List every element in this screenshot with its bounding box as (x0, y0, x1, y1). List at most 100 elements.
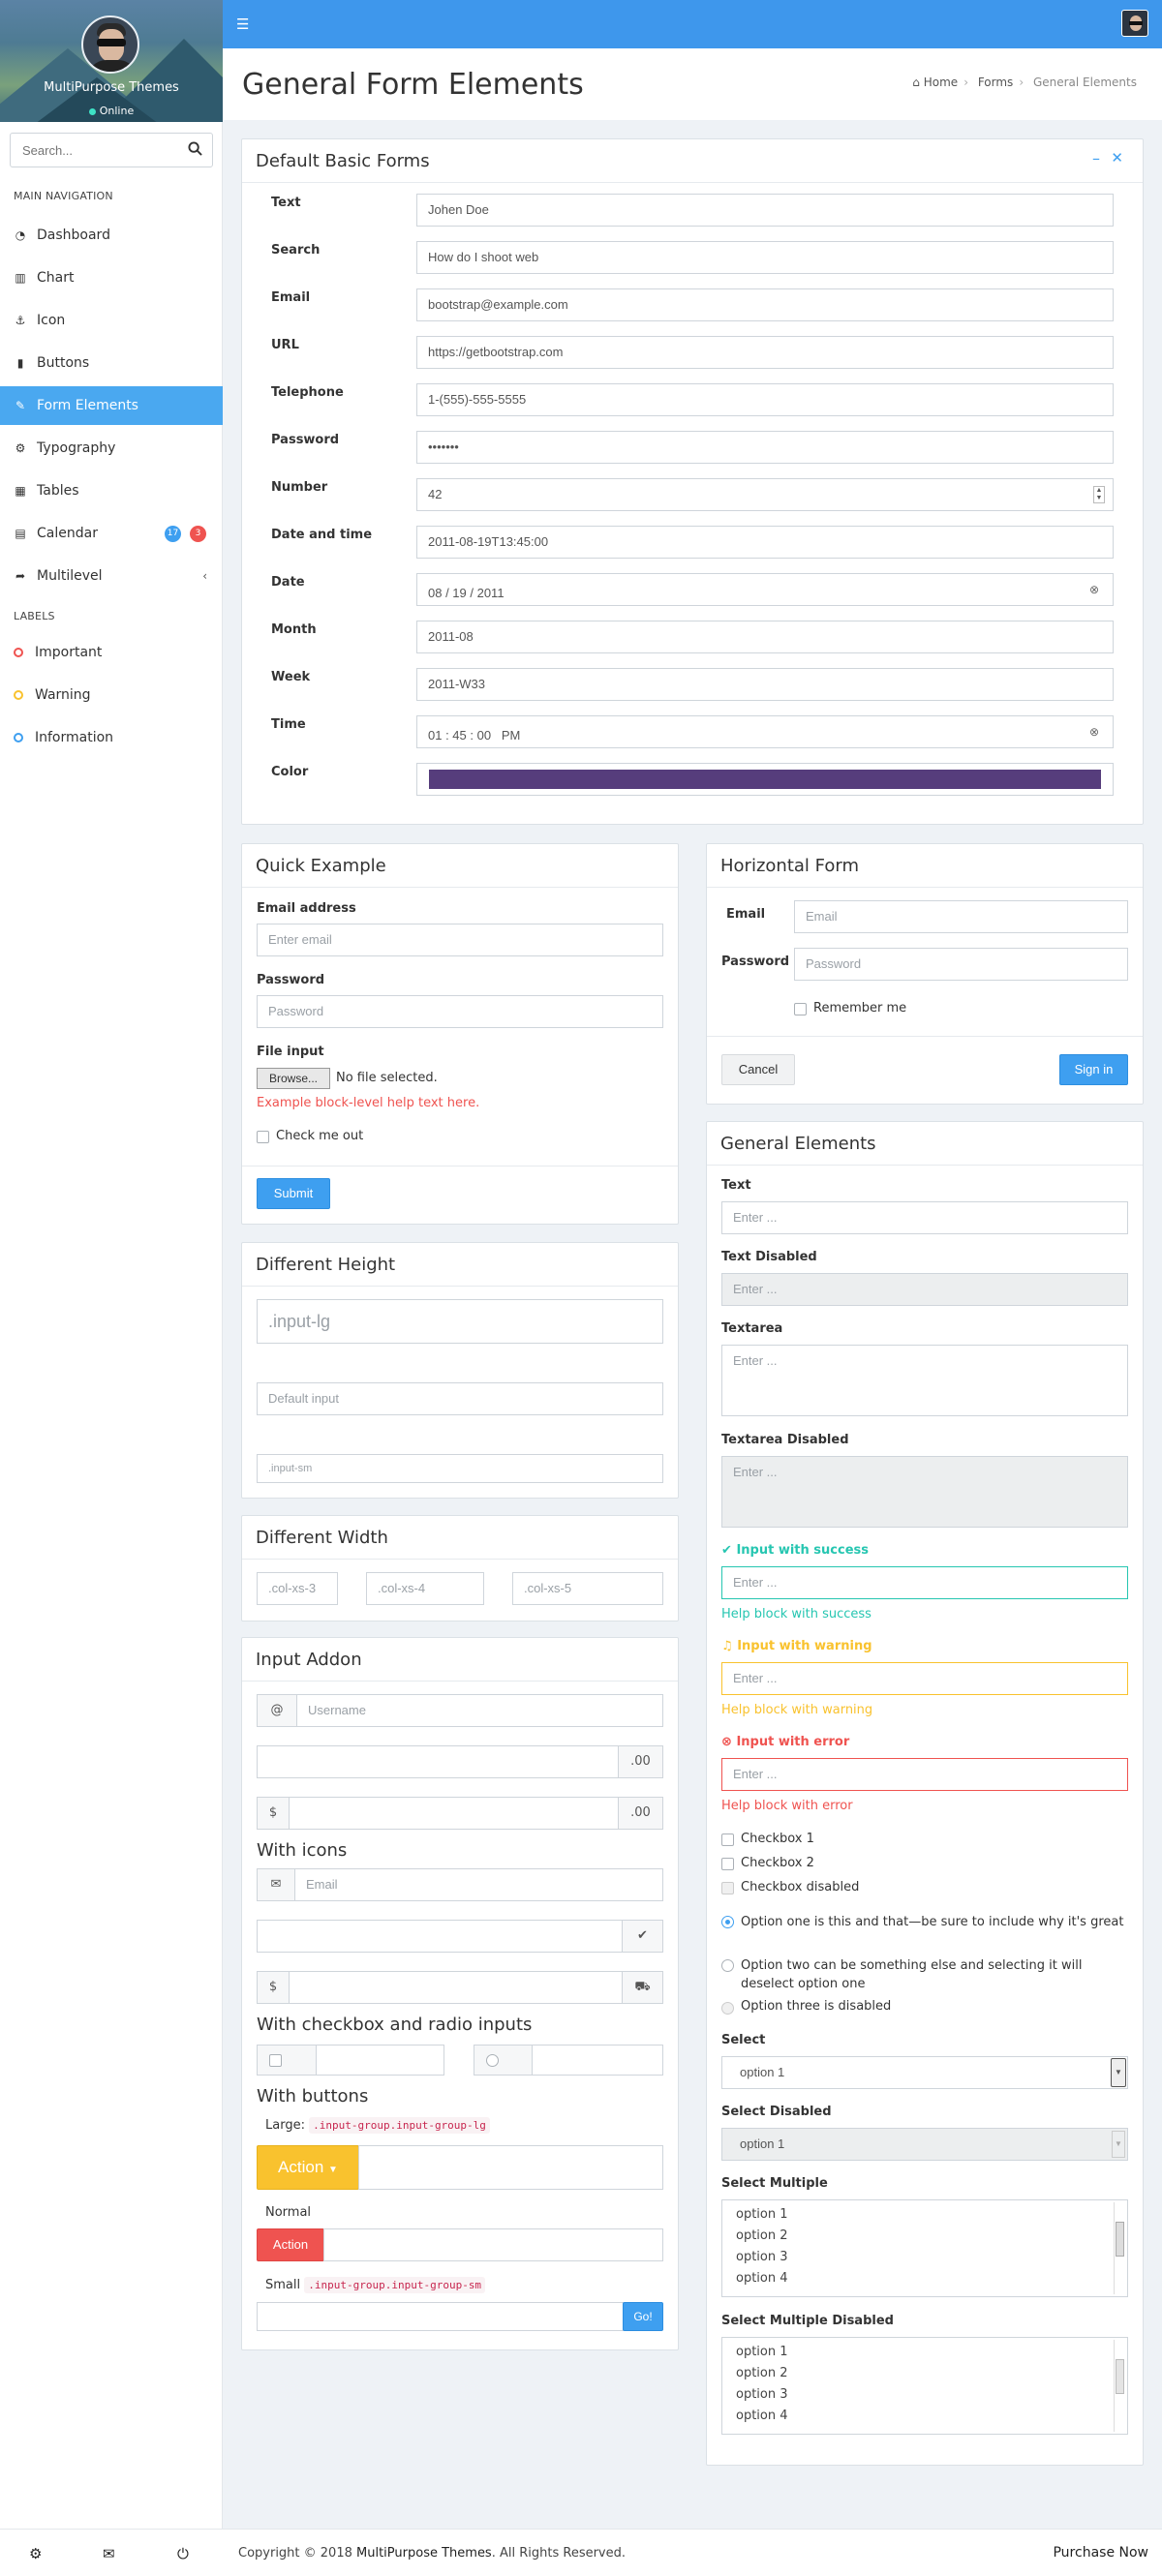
amount-input[interactable] (257, 1745, 619, 1778)
input-sm[interactable]: .input-sm (257, 1454, 663, 1483)
search-field[interactable]: How do I shoot web (416, 241, 1114, 274)
sidebar-item-typography[interactable]: ⚙ Typography (0, 429, 223, 468)
home-icon: ⌂ (912, 76, 920, 89)
sidebar-item-icon[interactable]: ⚓ Icon (0, 301, 223, 340)
action-button[interactable]: Action (257, 2228, 324, 2261)
settings-icon[interactable]: ⚙ (29, 2545, 42, 2562)
warning-input[interactable]: Enter ... (721, 1662, 1128, 1695)
times-circle-icon: ⊗ (721, 1735, 732, 1749)
url-field[interactable]: https://getbootstrap.com (416, 336, 1114, 369)
label-important[interactable]: Important (0, 633, 223, 672)
menu-toggle-icon[interactable]: ☰ (236, 15, 249, 33)
label-information[interactable]: Information (0, 718, 223, 757)
browse-button[interactable]: Browse... (257, 1068, 330, 1089)
telephone-field[interactable]: 1-(555)-555-5555 (416, 383, 1114, 416)
option-item[interactable]: option 2 (722, 2226, 1127, 2247)
spinner-icon[interactable]: ▲ ▼ (1093, 486, 1105, 503)
option-item[interactable]: option 4 (722, 2268, 1127, 2289)
user-avatar[interactable] (81, 15, 139, 74)
sidebar-item-form-elements[interactable]: ✎ Form Elements (0, 386, 223, 425)
col-xs-4-input[interactable]: .col-xs-4 (366, 1572, 484, 1605)
small-input[interactable] (257, 2302, 624, 2331)
username-input[interactable]: Username (296, 1694, 663, 1727)
error-input[interactable]: Enter ... (721, 1758, 1128, 1791)
brand-link[interactable]: MultiPurpose Themes (356, 2546, 492, 2561)
datetime-field[interactable]: 2011-08-19T13:45:00 (416, 526, 1114, 559)
col-xs-3-input[interactable]: .col-xs-3 (257, 1572, 338, 1605)
select-multiple[interactable]: option 1 option 2 option 3 option 4 (721, 2199, 1128, 2297)
horizontal-email-input[interactable]: Email (794, 900, 1128, 933)
number-field[interactable]: 42 ▲ ▼ (416, 478, 1114, 511)
sidebar-item-calendar[interactable]: ▤ Calendar 17 3 (0, 514, 223, 553)
date-field[interactable]: 08 / 19 / 2011 ⊗ (416, 573, 1114, 606)
option-item[interactable]: option 1 (722, 2204, 1127, 2226)
success-input[interactable]: Enter ... (721, 1566, 1128, 1599)
text-input[interactable]: Johen Doe (416, 194, 1114, 227)
price-input[interactable] (289, 1797, 619, 1830)
checkbox-text-input[interactable] (316, 2045, 444, 2076)
user-avatar-small[interactable] (1121, 10, 1148, 37)
ambulance-input[interactable] (289, 1971, 623, 2004)
check-input[interactable] (257, 1920, 623, 1953)
radio-2[interactable] (721, 1959, 734, 1972)
quick-example-box: Quick Example Email address Enter email … (241, 843, 679, 1225)
sign-in-button[interactable]: Sign in (1059, 1054, 1128, 1085)
sidebar-item-tables[interactable]: ▦ Tables (0, 471, 223, 510)
select-dropdown[interactable]: option 1 ▼ (721, 2056, 1128, 2089)
remember-label: Remember me (813, 1001, 907, 1015)
radio-1[interactable] (721, 1916, 734, 1928)
large-label-text: Large: (265, 2118, 305, 2133)
icon-email-input[interactable]: Email (294, 1868, 663, 1901)
input-default[interactable]: Default input (257, 1382, 663, 1415)
search-input[interactable] (11, 134, 181, 167)
sidebar-item-chart[interactable]: ▥ Chart (0, 258, 223, 297)
month-field[interactable]: 2011-08 (416, 621, 1114, 653)
input-lg[interactable]: .input-lg (257, 1299, 663, 1344)
select-multiple-disabled: option 1 option 2 option 3 option 4 (721, 2337, 1128, 2435)
search-icon[interactable] (188, 141, 202, 160)
textarea-input[interactable]: Enter ... (721, 1345, 1128, 1416)
password-field[interactable]: ••••••• (416, 431, 1114, 464)
color-field[interactable] (416, 763, 1114, 796)
radio-text-input[interactable] (532, 2045, 663, 2076)
general-elements-box: General Elements Text Enter ... Text Dis… (706, 1121, 1144, 2466)
week-field[interactable]: 2011-W33 (416, 668, 1114, 701)
collapse-icon[interactable]: – (1092, 149, 1100, 167)
addon-radio[interactable] (486, 2054, 499, 2067)
remember-checkbox[interactable] (794, 1003, 807, 1015)
breadcrumb-forms[interactable]: Forms (978, 76, 1013, 89)
sidebar-item-multilevel[interactable]: ➦ Multilevel ‹ (0, 557, 223, 595)
cancel-button[interactable]: Cancel (721, 1054, 795, 1085)
go-button[interactable]: Go! (623, 2302, 663, 2331)
caret-down-icon: ▼ (328, 2165, 338, 2175)
clear-icon[interactable]: ⊗ (1089, 716, 1099, 747)
large-input[interactable] (358, 2145, 663, 2190)
purchase-now-link[interactable]: Purchase Now (1053, 2545, 1148, 2561)
close-icon[interactable]: ✕ (1111, 149, 1123, 167)
text-input[interactable]: Enter ... (721, 1201, 1128, 1234)
time-field[interactable]: 01 : 45 : 00 PM ⊗ (416, 715, 1114, 748)
check-me-out-checkbox[interactable] (257, 1131, 269, 1143)
normal-input[interactable] (323, 2228, 663, 2261)
sidebar-item-dashboard[interactable]: ◔ Dashboard (0, 216, 223, 255)
addon-checkbox[interactable] (269, 2054, 282, 2067)
horizontal-password-input[interactable]: Password (794, 948, 1128, 981)
clear-icon[interactable]: ⊗ (1089, 574, 1099, 605)
breadcrumb-home[interactable]: Home (924, 76, 958, 89)
col-xs-5-input[interactable]: .col-xs-5 (512, 1572, 663, 1605)
quick-password-input[interactable]: Password (257, 995, 663, 1028)
email-field[interactable]: bootstrap@example.com (416, 288, 1114, 321)
option-item[interactable]: option 3 (722, 2247, 1127, 2268)
power-icon[interactable]: ⏻ (177, 2545, 189, 2562)
checkbox-1[interactable] (721, 1834, 734, 1846)
checkbox-2[interactable] (721, 1858, 734, 1870)
submit-button[interactable]: Submit (257, 1178, 330, 1209)
sidebar-item-buttons[interactable]: ▮ Buttons (0, 344, 223, 382)
mail-icon[interactable]: ✉ (103, 2545, 115, 2562)
user-name[interactable]: MultiPurpose Themes (0, 80, 223, 95)
copyright: Copyright © 2018 MultiPurpose Themes. Al… (238, 2546, 626, 2561)
scrollbar[interactable] (1114, 2202, 1125, 2294)
quick-email-input[interactable]: Enter email (257, 924, 663, 956)
action-dropdown-button[interactable]: Action ▼ (257, 2145, 359, 2190)
label-warning[interactable]: Warning (0, 676, 223, 714)
